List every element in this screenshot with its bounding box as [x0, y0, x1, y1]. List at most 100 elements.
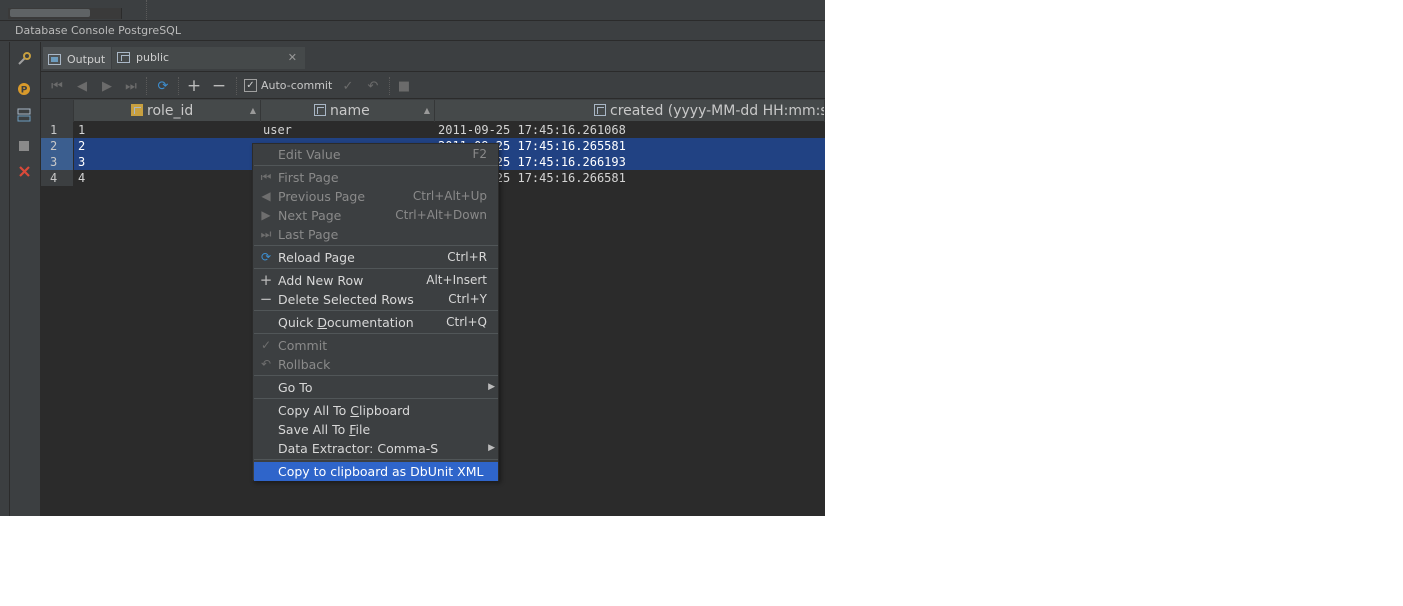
add-row-icon[interactable]: + [184, 76, 204, 96]
commit-icon[interactable]: ✓ [338, 76, 358, 96]
submenu-arrow-icon: ▶ [488, 443, 495, 453]
sort-icon[interactable]: ▲ [250, 100, 256, 122]
column-header-role-id[interactable]: role_id ▲ [74, 100, 261, 122]
stop-icon[interactable]: ■ [394, 76, 414, 96]
last-page-icon: ⏭ [260, 227, 272, 241]
menu-separator [254, 333, 498, 334]
column-header-label: name [330, 103, 370, 119]
menu-item-label-part: ile [355, 422, 371, 437]
menu-item-label-part: Save All To [278, 422, 350, 437]
tab-output-label: Output [67, 53, 106, 66]
settings-wrench-icon[interactable] [15, 50, 33, 68]
next-page-icon[interactable]: ▶ [97, 76, 117, 96]
menu-separator [254, 459, 498, 460]
rollback-icon[interactable]: ↶ [363, 76, 383, 96]
column-header-label: role_id [147, 103, 194, 119]
column-icon [594, 104, 606, 116]
menu-item-label: Last Page [278, 227, 339, 242]
previous-page-icon: ◀ [261, 189, 271, 203]
menu-item-label: Data Extractor: Comma-S [278, 441, 439, 456]
menu-item-label: First Page [278, 170, 339, 185]
menu-item-copy-dbunit-xml[interactable]: Copy to clipboard as DbUnit XML [254, 462, 498, 481]
menu-item-last-page[interactable]: ⏭ Last Page [254, 225, 498, 244]
reload-icon[interactable]: ⟳ [153, 76, 173, 96]
cell-role-id[interactable]: 3 [78, 154, 85, 170]
menu-item-label: Add New Row [278, 273, 364, 288]
sort-icon[interactable]: ▲ [424, 100, 430, 122]
autocommit-checkbox[interactable]: ✓ Auto-commit [244, 77, 332, 95]
menu-item-add-new-row[interactable]: + Add New Row Alt+Insert [254, 271, 498, 290]
row-number: 2 [41, 138, 74, 154]
column-icon [314, 104, 326, 116]
close-icon[interactable]: ✕ [288, 47, 297, 69]
commit-icon: ✓ [260, 338, 272, 352]
menu-item-data-extractor[interactable]: Data Extractor: Comma-S ▶ [254, 439, 498, 458]
close-console-icon[interactable] [15, 162, 33, 180]
result-toolbar: ⏮ ◀ ▶ ⏭ ⟳ + − ✓ Auto-commit ✓ ↶ ■ [41, 71, 825, 99]
menu-shortcut: Ctrl+R [447, 250, 487, 264]
tab-output[interactable]: Output [43, 47, 111, 69]
console-title: Database Console PostgreSQL [0, 21, 825, 41]
menu-item-rollback[interactable]: ↶ Rollback [254, 355, 498, 374]
toolbar-separator [389, 77, 390, 95]
menu-item-commit[interactable]: ✓ Commit [254, 336, 498, 355]
next-page-icon: ▶ [261, 208, 271, 222]
stop-icon[interactable] [15, 137, 33, 155]
strip-edge [9, 42, 10, 516]
menu-item-label-part: Quick [278, 315, 318, 330]
menu-item-reload-page[interactable]: ⟳ Reload Page Ctrl+R [254, 248, 498, 267]
console-output-icon [48, 54, 61, 65]
svg-text:P: P [21, 86, 28, 96]
layout-icon[interactable] [15, 106, 33, 124]
menu-item-previous-page[interactable]: ◀ Previous Page Ctrl+Alt+Up [254, 187, 498, 206]
menu-item-copy-all-to-clipboard[interactable]: Copy All To Clipboard [254, 401, 498, 420]
tab-public[interactable]: public ✕ [112, 47, 305, 69]
key-column-icon [131, 104, 143, 116]
postgres-datasource-icon[interactable]: P [15, 80, 33, 98]
menu-item-delete-selected-rows[interactable]: − Delete Selected Rows Ctrl+Y [254, 290, 498, 309]
menu-item-label-part: lipboard [359, 403, 411, 418]
column-header-created[interactable]: created (yyyy-MM-dd HH:mm:s [435, 100, 825, 122]
menu-item-quick-documentation[interactable]: Quick Documentation Ctrl+Q [254, 313, 498, 332]
menu-item-label: Next Page [278, 208, 342, 223]
cell-role-id[interactable]: 4 [78, 170, 85, 186]
menu-separator [254, 268, 498, 269]
menu-item-go-to[interactable]: Go To ▶ [254, 378, 498, 397]
column-header-name[interactable]: name ▲ [261, 100, 435, 122]
context-menu: Edit Value F2 ⏮ First Page ◀ Previous Pa… [252, 143, 499, 481]
menu-item-label: Edit Value [278, 147, 341, 162]
cell-role-id[interactable]: 1 [78, 122, 85, 138]
last-page-icon[interactable]: ⏭ [121, 76, 141, 96]
toolbar-separator [236, 77, 237, 95]
autocommit-label: Auto-commit [261, 79, 333, 92]
first-page-icon: ⏮ [260, 170, 272, 184]
menu-item-next-page[interactable]: ▶ Next Page Ctrl+Alt+Down [254, 206, 498, 225]
menu-item-label: Commit [278, 338, 328, 353]
menu-item-label: Delete Selected Rows [278, 292, 414, 307]
row-number: 1 [41, 122, 74, 138]
first-page-icon[interactable]: ⏮ [47, 76, 67, 96]
cell-name[interactable]: user [263, 122, 292, 138]
table-row[interactable]: 1 1 user 2011-09-25 17:45:16.261068 [41, 122, 825, 138]
menu-shortcut: F2 [472, 147, 487, 161]
horizontal-scrollbar[interactable] [8, 8, 122, 19]
previous-page-icon[interactable]: ◀ [72, 76, 92, 96]
add-icon: + [259, 271, 273, 289]
toolbar-separator [178, 77, 179, 95]
menu-item-edit-value[interactable]: Edit Value F2 [254, 145, 498, 164]
cell-created[interactable]: 2011-09-25 17:45:16.261068 [438, 122, 626, 138]
menu-shortcut: Ctrl+Alt+Down [395, 208, 487, 222]
scrollbar-thumb[interactable] [10, 9, 90, 17]
menu-separator [254, 375, 498, 376]
menu-shortcut: Ctrl+Y [448, 292, 487, 306]
menu-item-label: Go To [278, 380, 313, 395]
remove-icon: − [259, 290, 273, 308]
menu-item-first-page[interactable]: ⏮ First Page [254, 168, 498, 187]
delete-row-icon[interactable]: − [209, 76, 229, 96]
cell-role-id[interactable]: 2 [78, 138, 85, 154]
menu-separator [254, 310, 498, 311]
rollback-icon: ↶ [260, 357, 272, 371]
menu-separator [254, 165, 498, 166]
menu-item-save-all-to-file[interactable]: Save All To File [254, 420, 498, 439]
mnemonic-letter: D [317, 315, 327, 330]
